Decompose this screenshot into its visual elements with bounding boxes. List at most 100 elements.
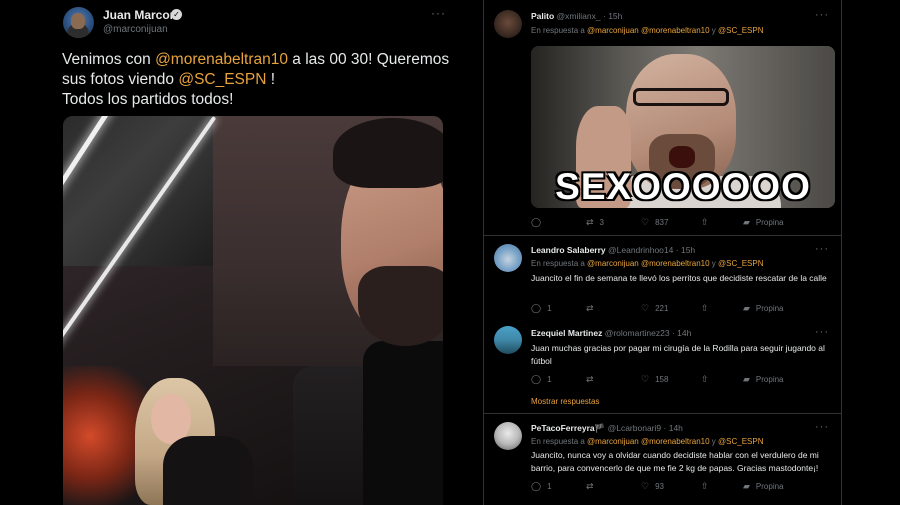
share-action[interactable]: ⇧: [701, 302, 709, 314]
action-bar: ◯ 1 ⇄ ♡ 158 ⇧ ▰ Propina: [531, 373, 821, 385]
tip-label: Propina: [755, 374, 784, 384]
share-icon: ⇧: [701, 303, 709, 313]
reply-action[interactable]: ◯ 1: [531, 302, 552, 314]
verified-badge-icon: ✓: [171, 9, 182, 20]
tip-label: Propina: [755, 217, 784, 227]
tip-action[interactable]: ▰ Propina: [743, 480, 784, 492]
reply-prefix: En respuesta a: [531, 259, 588, 268]
more-options-icon[interactable]: ···: [815, 9, 829, 21]
tip-action[interactable]: ▰ Propina: [743, 302, 784, 314]
more-options-icon[interactable]: ···: [815, 326, 829, 338]
reply-tweet[interactable]: Palito @xmilianx_ · 15h ··· En respuesta…: [484, 0, 841, 236]
reply-context: En respuesta a @marconijuan @morenabeltr…: [531, 437, 764, 446]
like-action[interactable]: ♡ 837: [641, 216, 668, 228]
share-action[interactable]: ⇧: [701, 216, 709, 228]
reply-header: Ezequiel Martinez @rolomartinez23 · 14h: [531, 328, 691, 338]
show-replies-link[interactable]: Mostrar respuestas: [531, 397, 599, 406]
tweet-text-part: Todos los partidos todos!: [62, 91, 234, 108]
reply-header: Palito @xmilianx_ · 15h: [531, 11, 622, 21]
retweet-action[interactable]: ⇄ 3: [586, 216, 604, 228]
photo-man-beard: [358, 266, 443, 346]
timestamp[interactable]: 14h: [669, 423, 683, 433]
reply-tweet[interactable]: PeTacoFerreyra🏴 @Lcarbonari9 · 14h ··· E…: [484, 414, 841, 505]
avatar[interactable]: [494, 10, 522, 38]
mention-link[interactable]: @SC_ESPN: [178, 71, 266, 88]
more-options-icon[interactable]: ···: [815, 243, 829, 255]
reply-text: Juancito, nunca voy a olvidar cuando dec…: [531, 450, 819, 473]
tweet-text-part: !: [266, 71, 276, 88]
author-handle[interactable]: @xmilianx_: [557, 11, 601, 21]
action-bar: ◯ 1 ⇄ ♡ 93 ⇧ ▰ Propina: [531, 480, 821, 492]
author-name[interactable]: Leandro Salaberry: [531, 245, 606, 255]
more-options-icon[interactable]: ···: [431, 6, 446, 20]
reply-icon: ◯: [531, 303, 542, 313]
author-name[interactable]: Palito: [531, 11, 554, 21]
reply-action[interactable]: ◯: [531, 216, 547, 228]
reply-gif[interactable]: SEXOOOOOO: [531, 46, 835, 208]
like-action[interactable]: ♡ 93: [641, 480, 664, 492]
reply-action[interactable]: ◯ 1: [531, 480, 552, 492]
retweet-count: 3: [599, 217, 604, 227]
share-action[interactable]: ⇧: [701, 480, 709, 492]
mention-link[interactable]: @marconijuan @morenabeltran10: [587, 259, 710, 268]
heart-icon: ♡: [641, 303, 650, 313]
author-name[interactable]: PeTacoFerreyra🏴: [531, 423, 605, 433]
reply-action[interactable]: ◯ 1: [531, 373, 552, 385]
retweet-action[interactable]: ⇄: [586, 480, 600, 492]
tip-icon: ▰: [743, 481, 750, 491]
photo-man-hair: [333, 118, 443, 188]
share-icon: ⇧: [701, 217, 709, 227]
dot-separator: ·: [602, 11, 606, 21]
reply-icon: ◯: [531, 481, 542, 491]
like-count: 221: [655, 303, 669, 313]
mention-link[interactable]: @SC_ESPN: [718, 259, 763, 268]
mention-link[interactable]: @SC_ESPN: [718, 437, 763, 446]
timestamp[interactable]: 15h: [681, 245, 695, 255]
author-handle[interactable]: @Leandrinhoo14: [608, 245, 673, 255]
dot-separator: ·: [671, 328, 675, 338]
avatar[interactable]: [494, 326, 522, 354]
more-options-icon[interactable]: ···: [815, 421, 829, 433]
reply-count: 1: [547, 481, 552, 491]
mention-link[interactable]: @marconijuan @morenabeltran10: [587, 26, 710, 35]
like-action[interactable]: ♡ 221: [641, 302, 668, 314]
replies-panel: Palito @xmilianx_ · 15h ··· En respuesta…: [483, 0, 842, 505]
tip-icon: ▰: [743, 217, 750, 227]
author-handle[interactable]: @marconijuan: [103, 24, 168, 35]
like-count: 93: [655, 481, 664, 491]
timestamp[interactable]: 15h: [608, 11, 622, 21]
mention-link[interactable]: @marconijuan @morenabeltran10: [587, 437, 710, 446]
timestamp[interactable]: 14h: [677, 328, 691, 338]
reply-header: Leandro Salaberry @Leandrinhoo14 · 15h: [531, 245, 695, 255]
mention-link[interactable]: @SC_ESPN: [718, 26, 763, 35]
like-action[interactable]: ♡ 158: [641, 373, 668, 385]
author-name[interactable]: Juan Marconi: [103, 8, 180, 22]
share-icon: ⇧: [701, 374, 709, 384]
gif-caption: SEXOOOOOO: [555, 166, 811, 207]
reply-prefix: En respuesta a: [531, 437, 588, 446]
share-action[interactable]: ⇧: [701, 373, 709, 385]
author-name[interactable]: Ezequiel Martinez: [531, 328, 602, 338]
retweet-action[interactable]: ⇄: [586, 373, 600, 385]
tweet-photo[interactable]: [63, 116, 443, 505]
mention-link[interactable]: @morenabeltran10: [155, 51, 288, 68]
gif-mouth: [669, 146, 695, 168]
author-handle[interactable]: @Lcarbonari9: [608, 423, 662, 433]
reply-context: En respuesta a @marconijuan @morenabeltr…: [531, 26, 764, 35]
dot-separator: ·: [675, 245, 679, 255]
heart-icon: ♡: [641, 374, 650, 384]
reply-context: En respuesta a @marconijuan @morenabeltr…: [531, 259, 764, 268]
tip-icon: ▰: [743, 374, 750, 384]
reply-tweet[interactable]: Ezequiel Martinez @rolomartinez23 · 14h …: [484, 318, 841, 414]
retweet-icon: ⇄: [586, 374, 594, 384]
reply-tweet[interactable]: Leandro Salaberry @Leandrinhoo14 · 15h ·…: [484, 236, 841, 318]
tip-action[interactable]: ▰ Propina: [743, 216, 784, 228]
gif-glasses: [633, 88, 729, 106]
avatar[interactable]: [63, 7, 94, 38]
author-handle[interactable]: @rolomartinez23: [605, 328, 670, 338]
avatar[interactable]: [494, 244, 522, 272]
avatar[interactable]: [494, 422, 522, 450]
like-count: 837: [655, 217, 669, 227]
tip-action[interactable]: ▰ Propina: [743, 373, 784, 385]
retweet-action[interactable]: ⇄: [586, 302, 600, 314]
